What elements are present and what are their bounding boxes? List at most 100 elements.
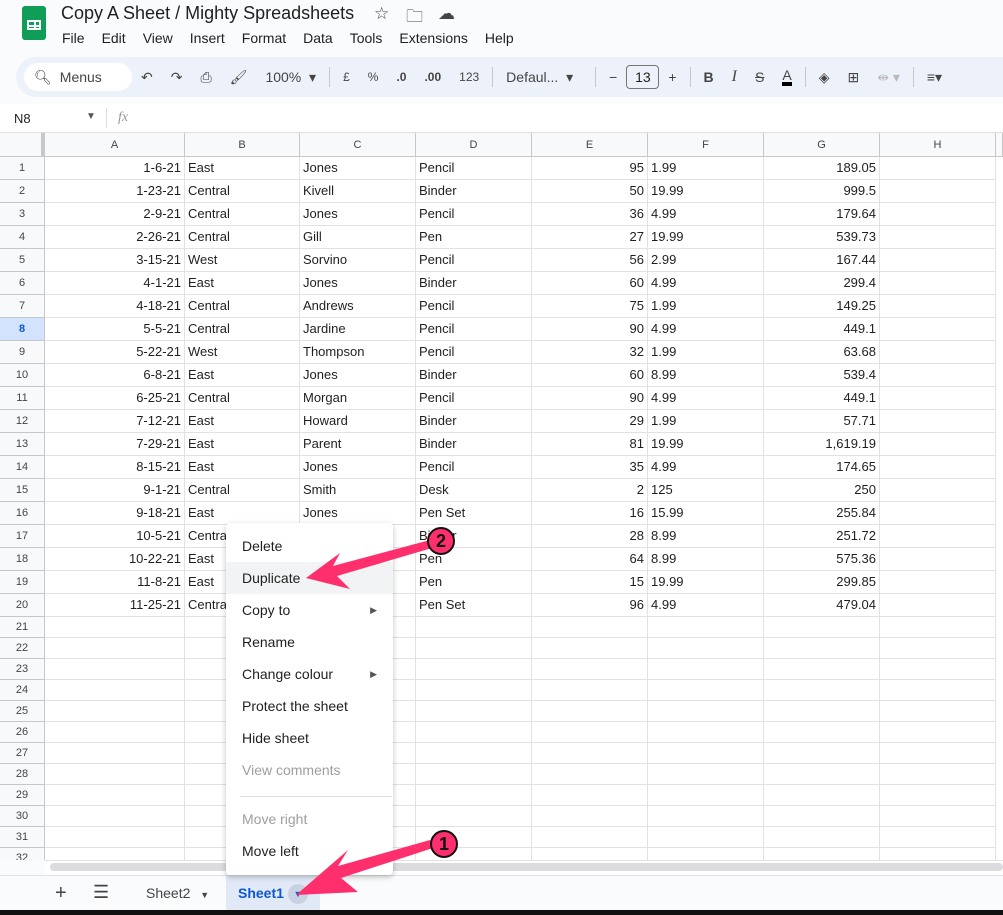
cell[interactable]: 299.85 — [764, 571, 880, 594]
align-icon[interactable]: ≡▾ — [927, 69, 942, 86]
cell[interactable]: 64 — [532, 548, 648, 571]
cell[interactable]: Binder — [416, 433, 532, 456]
cell[interactable]: Pen Set — [416, 594, 532, 617]
zoom-select[interactable]: 100% ▾ — [265, 69, 316, 86]
menu-format[interactable]: Format — [242, 30, 286, 46]
text-color-icon[interactable]: A — [782, 68, 792, 86]
cell[interactable] — [880, 479, 996, 502]
cell[interactable]: 11-8-21 — [45, 571, 185, 594]
cell[interactable]: Binder — [416, 364, 532, 387]
cell[interactable]: 4.99 — [648, 456, 764, 479]
cell[interactable] — [880, 827, 996, 848]
print-icon[interactable]: ⎙ — [200, 69, 211, 86]
cell[interactable]: 7-12-21 — [45, 410, 185, 433]
cell[interactable] — [764, 785, 880, 806]
spreadsheet-grid[interactable]: A B C D E F G H 1 1-6-21 East Jones Pencil 95 1.99 189.… — [0, 133, 1003, 860]
cell[interactable]: Smith — [300, 479, 416, 502]
cell[interactable]: 3-15-21 — [45, 249, 185, 272]
cell[interactable]: 575.36 — [764, 548, 880, 571]
column-header[interactable]: H — [880, 133, 996, 157]
cell[interactable]: Thompson — [300, 341, 416, 364]
cell[interactable]: 19.99 — [648, 571, 764, 594]
cell[interactable] — [45, 743, 185, 764]
row-header[interactable]: 18 — [0, 548, 45, 571]
cell[interactable]: Jones — [300, 157, 416, 180]
cell[interactable]: 8-15-21 — [45, 456, 185, 479]
cell[interactable]: 11-25-21 — [45, 594, 185, 617]
cell[interactable]: 250 — [764, 479, 880, 502]
cell[interactable] — [648, 743, 764, 764]
cell[interactable] — [532, 848, 648, 860]
cell[interactable] — [764, 764, 880, 785]
cell[interactable]: Jones — [300, 502, 416, 525]
cell[interactable]: 299.4 — [764, 272, 880, 295]
cell[interactable]: Central — [185, 318, 300, 341]
number-format-button[interactable]: 123 — [459, 70, 479, 84]
cell[interactable]: Central — [185, 295, 300, 318]
cell[interactable] — [532, 785, 648, 806]
cell[interactable] — [764, 638, 880, 659]
cell[interactable] — [45, 617, 185, 638]
cell[interactable]: 1.99 — [648, 157, 764, 180]
cell[interactable] — [648, 638, 764, 659]
cell[interactable] — [416, 722, 532, 743]
cell[interactable]: 35 — [532, 456, 648, 479]
paint-format-icon[interactable]: 🖌︎ — [230, 69, 248, 86]
cell[interactable]: 167.44 — [764, 249, 880, 272]
cell[interactable]: 449.1 — [764, 318, 880, 341]
row-header[interactable]: 14 — [0, 456, 45, 479]
cell[interactable]: 255.84 — [764, 502, 880, 525]
increase-decimal-button[interactable]: .00 — [424, 70, 441, 84]
menu-edit[interactable]: Edit — [102, 30, 126, 46]
cell[interactable]: 174.65 — [764, 456, 880, 479]
cell[interactable] — [764, 722, 880, 743]
cell[interactable]: 95 — [532, 157, 648, 180]
cell[interactable]: 539.4 — [764, 364, 880, 387]
all-sheets-icon[interactable]: ☰ — [93, 882, 109, 903]
row-header[interactable]: 27 — [0, 743, 45, 764]
cell[interactable]: 4-18-21 — [45, 295, 185, 318]
horizontal-scrollbar[interactable] — [50, 863, 1003, 871]
row-header[interactable]: 7 — [0, 295, 45, 318]
cell[interactable]: 32 — [532, 341, 648, 364]
cell[interactable] — [880, 180, 996, 203]
cell[interactable] — [45, 785, 185, 806]
row-header[interactable]: 9 — [0, 341, 45, 364]
cell[interactable] — [416, 785, 532, 806]
row-header[interactable]: 20 — [0, 594, 45, 617]
column-header[interactable]: A — [45, 133, 185, 157]
cell[interactable] — [880, 410, 996, 433]
row-header[interactable]: 12 — [0, 410, 45, 433]
cell[interactable] — [764, 827, 880, 848]
row-header[interactable]: 8 — [0, 318, 45, 341]
cell[interactable] — [764, 659, 880, 680]
cell[interactable]: 479.04 — [764, 594, 880, 617]
formula-input[interactable] — [140, 106, 990, 130]
cell[interactable]: Pencil — [416, 203, 532, 226]
cell[interactable]: Sorvino — [300, 249, 416, 272]
cell[interactable] — [880, 525, 996, 548]
cell[interactable] — [532, 806, 648, 827]
cell[interactable]: Pen Set — [416, 502, 532, 525]
row-header[interactable]: 26 — [0, 722, 45, 743]
menu-extensions[interactable]: Extensions — [399, 30, 467, 46]
cell[interactable] — [648, 659, 764, 680]
cell[interactable]: 1-23-21 — [45, 180, 185, 203]
cell[interactable]: 1-6-21 — [45, 157, 185, 180]
cell[interactable] — [45, 764, 185, 785]
menu-item-change-colour[interactable]: Change colour ▶ — [226, 658, 393, 690]
row-header[interactable]: 13 — [0, 433, 45, 456]
cell[interactable]: 2-26-21 — [45, 226, 185, 249]
cell[interactable]: 9-18-21 — [45, 502, 185, 525]
undo-icon[interactable]: ↶ — [141, 69, 153, 86]
cell[interactable]: Binder — [416, 272, 532, 295]
cell[interactable] — [880, 806, 996, 827]
row-header[interactable]: 4 — [0, 226, 45, 249]
cell[interactable] — [880, 764, 996, 785]
row-header[interactable]: 23 — [0, 659, 45, 680]
menu-item-hide-sheet[interactable]: Hide sheet — [226, 722, 393, 754]
cell[interactable]: 19.99 — [648, 226, 764, 249]
cell[interactable]: Parent — [300, 433, 416, 456]
cell[interactable]: West — [185, 341, 300, 364]
cell[interactable] — [880, 785, 996, 806]
